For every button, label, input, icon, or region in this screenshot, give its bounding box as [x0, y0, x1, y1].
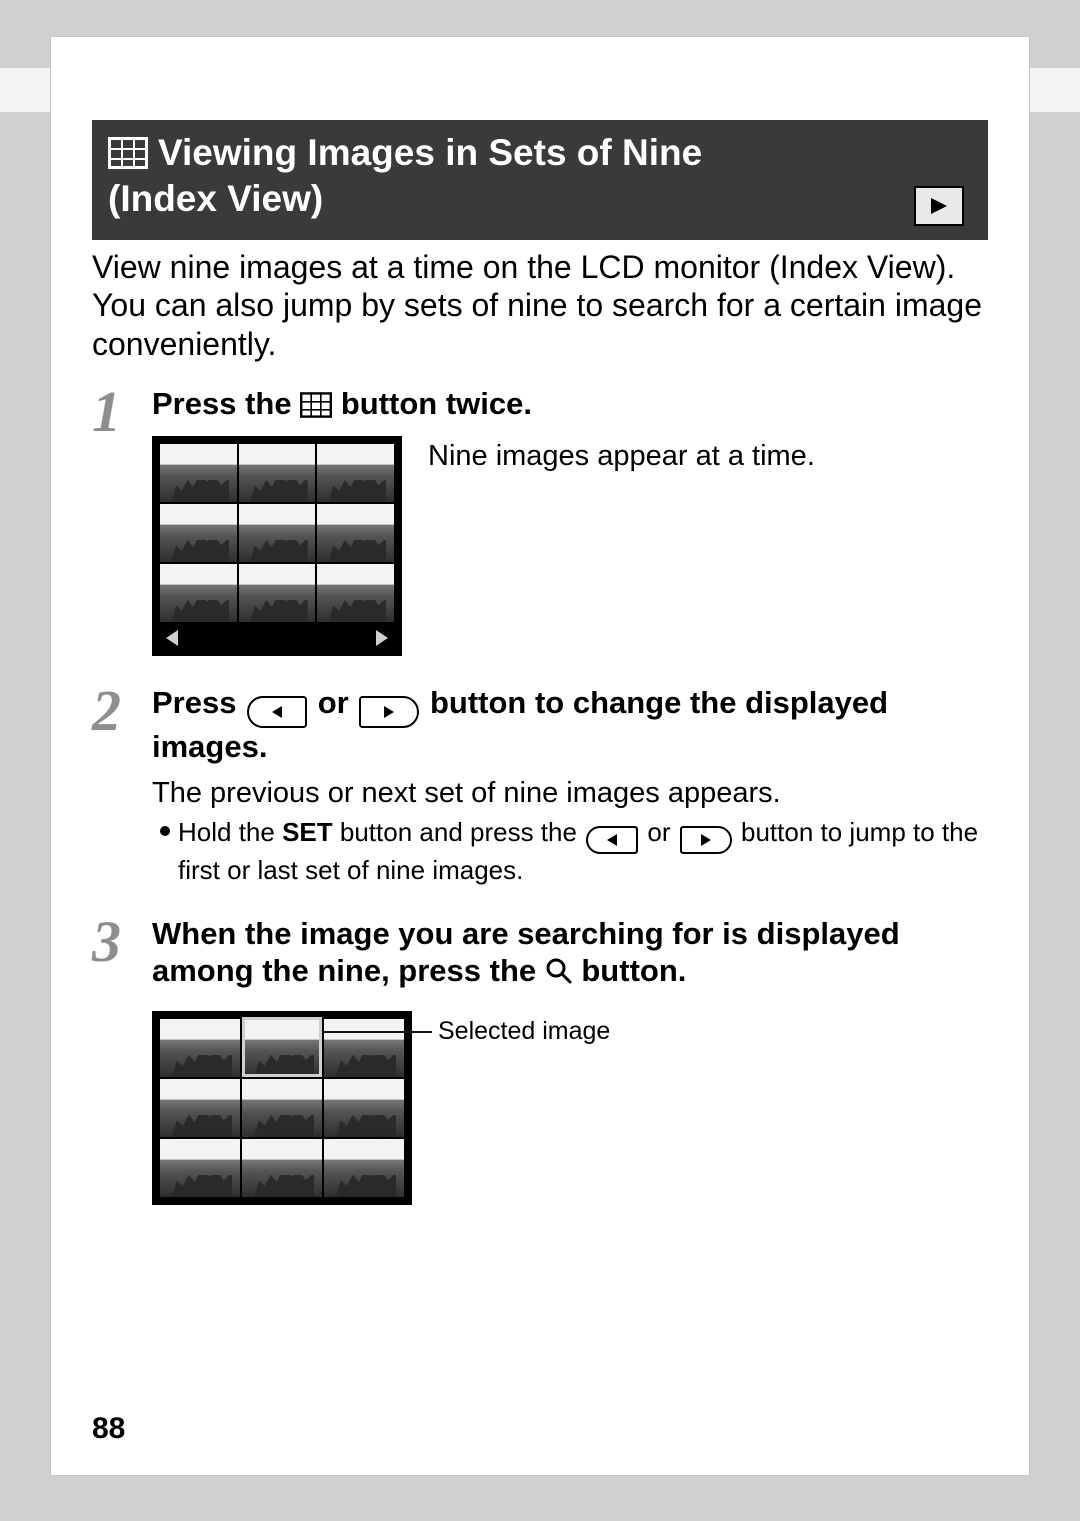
bullet-dot-icon: [160, 826, 170, 836]
lcd-thumbnail-preview-1: [152, 436, 402, 656]
banner-title-line2: (Index View): [108, 176, 968, 222]
thumb-cell: [160, 564, 237, 622]
thumb-cell: [242, 1139, 322, 1197]
step-3-heading-a: When the image you are searching for is …: [152, 916, 900, 988]
step-2-bullet-or: or: [647, 817, 677, 847]
playback-mode-icon: [914, 186, 964, 226]
step-1-note: Nine images appear at a time.: [428, 436, 815, 474]
step-3-heading: When the image you are searching for is …: [152, 915, 988, 989]
step-2-heading-a: Press: [152, 685, 245, 720]
step-2: 2 Press or button to change the displaye…: [92, 684, 988, 886]
thumb-cell: [317, 504, 394, 562]
step-3: 3 When the image you are searching for i…: [92, 915, 988, 1205]
section-banner: Viewing Images in Sets of Nine (Index Vi…: [92, 120, 988, 240]
step-3-number: 3: [92, 915, 152, 965]
thumb-cell: [160, 1139, 240, 1197]
selected-image-callout: Selected image: [438, 1017, 610, 1046]
thumb-cell: [160, 1079, 240, 1137]
banner-title-line1: Viewing Images in Sets of Nine: [158, 130, 702, 176]
content-area: View nine images at a time on the LCD mo…: [92, 248, 988, 1386]
lcd-thumbnail-preview-2: [152, 1011, 412, 1205]
step-2-heading: Press or button to change the displayed …: [152, 684, 988, 765]
manual-page: Viewing Images in Sets of Nine (Index Vi…: [50, 36, 1030, 1476]
step-1: 1 Press the: [92, 385, 988, 656]
thumb-cell: [160, 444, 237, 502]
thumb-cell: [160, 1019, 240, 1077]
page-right-icon: [376, 630, 388, 646]
step-1-heading: Press the: [152, 385, 988, 422]
callout-leader: [322, 1031, 432, 1033]
thumb-cell: [239, 444, 316, 502]
step-2-bullet: Hold the SET button and press the or but…: [160, 816, 988, 887]
page-number: 88: [92, 1412, 125, 1446]
thumb-cell: [242, 1019, 322, 1077]
thumb-cell: [317, 564, 394, 622]
thumb-cell: [324, 1139, 404, 1197]
index-grid-icon: [108, 137, 148, 169]
nav-right-button-icon: [359, 696, 419, 728]
step-1-number: 1: [92, 385, 152, 435]
step-2-bullet-a: Hold the: [178, 817, 282, 847]
step-3-heading-b: button.: [581, 953, 686, 988]
thumb-cell: [324, 1079, 404, 1137]
step-2-number: 2: [92, 684, 152, 734]
nav-left-button-icon: [586, 826, 638, 854]
index-grid-icon: [300, 392, 332, 418]
thumb-cell: [239, 504, 316, 562]
thumb-cell: [324, 1019, 404, 1077]
magnify-icon: [545, 957, 573, 985]
step-2-paragraph: The previous or next set of nine images …: [152, 776, 988, 811]
thumb-cell: [317, 444, 394, 502]
page-left-icon: [166, 630, 178, 646]
step-2-heading-or: or: [318, 685, 358, 720]
intro-paragraph: View nine images at a time on the LCD mo…: [92, 248, 988, 363]
thumb-cell: [239, 564, 316, 622]
step-2-bullet-b: button and press the: [340, 817, 584, 847]
thumb-cell: [160, 504, 237, 562]
thumb-cell: [242, 1079, 322, 1137]
step-1-heading-a: Press the: [152, 386, 300, 421]
step-1-heading-b: button twice.: [341, 386, 532, 421]
nav-left-button-icon: [247, 696, 307, 728]
nav-right-button-icon: [680, 826, 732, 854]
set-button-label: SET: [282, 817, 333, 847]
